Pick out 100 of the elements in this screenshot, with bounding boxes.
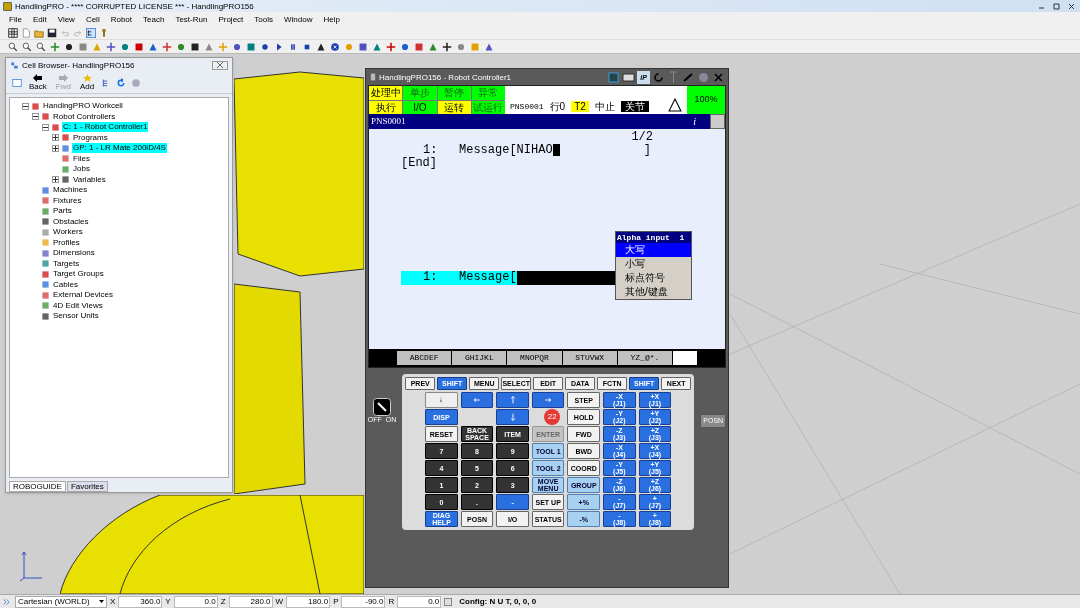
arrow-right-key[interactable]: [531, 392, 565, 408]
expand-toggle[interactable]: [52, 134, 59, 142]
key-icon[interactable]: [99, 27, 109, 38]
tree-item[interactable]: Variables: [72, 174, 107, 185]
menu-item[interactable]: View: [57, 14, 75, 24]
tree-item[interactable]: External Devices: [52, 290, 115, 301]
tree-item[interactable]: Targets: [52, 258, 81, 269]
axis-label: W: [275, 596, 284, 607]
coordinate-field[interactable]: 0.0: [397, 595, 442, 608]
tree-item[interactable]: 4D Edit Views: [52, 300, 104, 311]
node-icon: [41, 311, 50, 321]
function-key[interactable]: MNOPQR: [507, 351, 562, 365]
info-key[interactable]: [425, 392, 458, 408]
tree-item[interactable]: Obstacles: [52, 216, 90, 227]
arrow-down-key[interactable]: [496, 409, 529, 425]
tree-item[interactable]: Robot Controllers: [52, 111, 117, 122]
menu-item[interactable]: 其他/键盘: [616, 285, 691, 299]
tree-item[interactable]: Dimensions: [52, 248, 96, 259]
menu-item[interactable]: 标点符号: [616, 271, 691, 285]
collapse-toggle[interactable]: [22, 102, 29, 110]
tree-item[interactable]: Sensor Units: [52, 311, 100, 322]
menu-item[interactable]: Tools: [254, 14, 273, 24]
zoom-window-icon[interactable]: [36, 41, 46, 52]
move-icon[interactable]: [50, 41, 60, 52]
menu-item[interactable]: Project: [218, 14, 244, 24]
tree-item[interactable]: Workers: [52, 227, 84, 238]
page-indicator: 1/2: [631, 131, 653, 144]
node-icon: [41, 196, 50, 206]
close-icon[interactable]: [712, 70, 725, 84]
function-key[interactable]: GHIJKL: [452, 351, 507, 365]
tree-item[interactable]: Profiles: [52, 237, 81, 248]
menu-item[interactable]: Help: [323, 14, 340, 24]
tree-item[interactable]: C: 1 - Robot Controller1: [62, 122, 149, 133]
dropdown-button[interactable]: [444, 597, 453, 606]
panel-icon[interactable]: [12, 77, 22, 88]
expand-toggle[interactable]: [52, 144, 59, 152]
function-key[interactable]: ABCDEF: [397, 351, 452, 365]
zoom-out-icon[interactable]: [22, 41, 32, 52]
arrow-left-key[interactable]: [460, 392, 494, 408]
coordinate-field[interactable]: 180.0: [286, 595, 331, 608]
node-icon: [41, 238, 50, 248]
notification-badge: 22: [544, 409, 561, 425]
close-button[interactable]: [212, 60, 228, 70]
tree-item[interactable]: GP: 1 - LR Mate 200iD/4S: [72, 143, 167, 154]
window-toggle-button[interactable]: [710, 114, 725, 129]
3d-viewport[interactable]: [0, 54, 1080, 594]
tree-item[interactable]: Programs: [72, 132, 109, 143]
pause-icon[interactable]: [288, 41, 298, 52]
menu-item[interactable]: File: [9, 14, 22, 24]
status-lamp: 暂停: [437, 86, 471, 100]
save-icon[interactable]: [47, 27, 57, 38]
tree-item[interactable]: Jobs: [72, 164, 91, 175]
menu-item[interactable]: Window: [284, 14, 313, 24]
cancel-icon[interactable]: [330, 41, 340, 52]
node-icon: [51, 122, 60, 132]
node-icon: [41, 290, 50, 300]
tree-item[interactable]: Files: [72, 153, 91, 164]
node-icon: [61, 154, 70, 164]
tab[interactable]: ROBOGUIDE: [9, 481, 66, 492]
function-key[interactable]: YZ_@*.: [617, 351, 672, 365]
tree-item[interactable]: Parts: [52, 206, 73, 217]
status-lamp: 单步: [403, 86, 437, 100]
menu-item[interactable]: Cell: [85, 14, 100, 24]
coordinate-field[interactable]: 360.0: [118, 595, 163, 608]
maximize-button[interactable]: [1050, 1, 1062, 11]
coordinate-field[interactable]: 280.0: [228, 595, 273, 608]
collapse-toggle[interactable]: [32, 113, 39, 121]
tree-view-icon[interactable]: [86, 27, 96, 38]
config-text: Config: N U T, 0, 0, 0: [459, 596, 537, 607]
arrow-up-key[interactable]: [496, 392, 529, 408]
tree-item[interactable]: Fixtures: [52, 195, 83, 206]
play-icon[interactable]: [274, 41, 284, 52]
menu-item[interactable]: 小写: [616, 257, 691, 271]
override-speed: 100%: [687, 86, 725, 114]
keyboard-icon[interactable]: [622, 70, 635, 84]
tree-item[interactable]: Cables: [52, 279, 79, 290]
menu-item[interactable]: Edit: [32, 14, 47, 24]
line-number: 1:: [423, 144, 439, 157]
coordinate-dropdown[interactable]: Cartesian (WORLD): [15, 595, 107, 608]
tab[interactable]: Favorites: [66, 481, 108, 492]
program-line: Message[NIHAO: [459, 144, 553, 157]
tree-item[interactable]: Target Groups: [52, 269, 105, 280]
menu-item[interactable]: 大写: [616, 243, 691, 257]
expand-toggle[interactable]: [52, 176, 59, 184]
coordinate-field[interactable]: 0.0: [173, 595, 218, 608]
menu-item[interactable]: Test-Run: [175, 14, 208, 24]
coordinate-field[interactable]: -90.0: [341, 595, 386, 608]
tree-item[interactable]: Machines: [52, 185, 89, 196]
zoom-in-icon[interactable]: [8, 41, 18, 52]
function-key[interactable]: STUVWX: [562, 351, 617, 365]
arrow-right-icon: [58, 74, 68, 82]
toolbar-button[interactable]: Add: [77, 74, 97, 91]
grid-icon[interactable]: [8, 27, 18, 38]
record-icon[interactable]: [260, 41, 270, 52]
tree-item[interactable]: HandingPRO Workcell: [42, 101, 124, 112]
collapse-toggle[interactable]: [42, 123, 49, 131]
menu-item[interactable]: Robot: [110, 14, 133, 24]
menu-item[interactable]: Teach: [143, 14, 165, 24]
key-switch-icon[interactable]: [373, 398, 391, 416]
toolbar-button[interactable]: Back: [27, 74, 49, 91]
